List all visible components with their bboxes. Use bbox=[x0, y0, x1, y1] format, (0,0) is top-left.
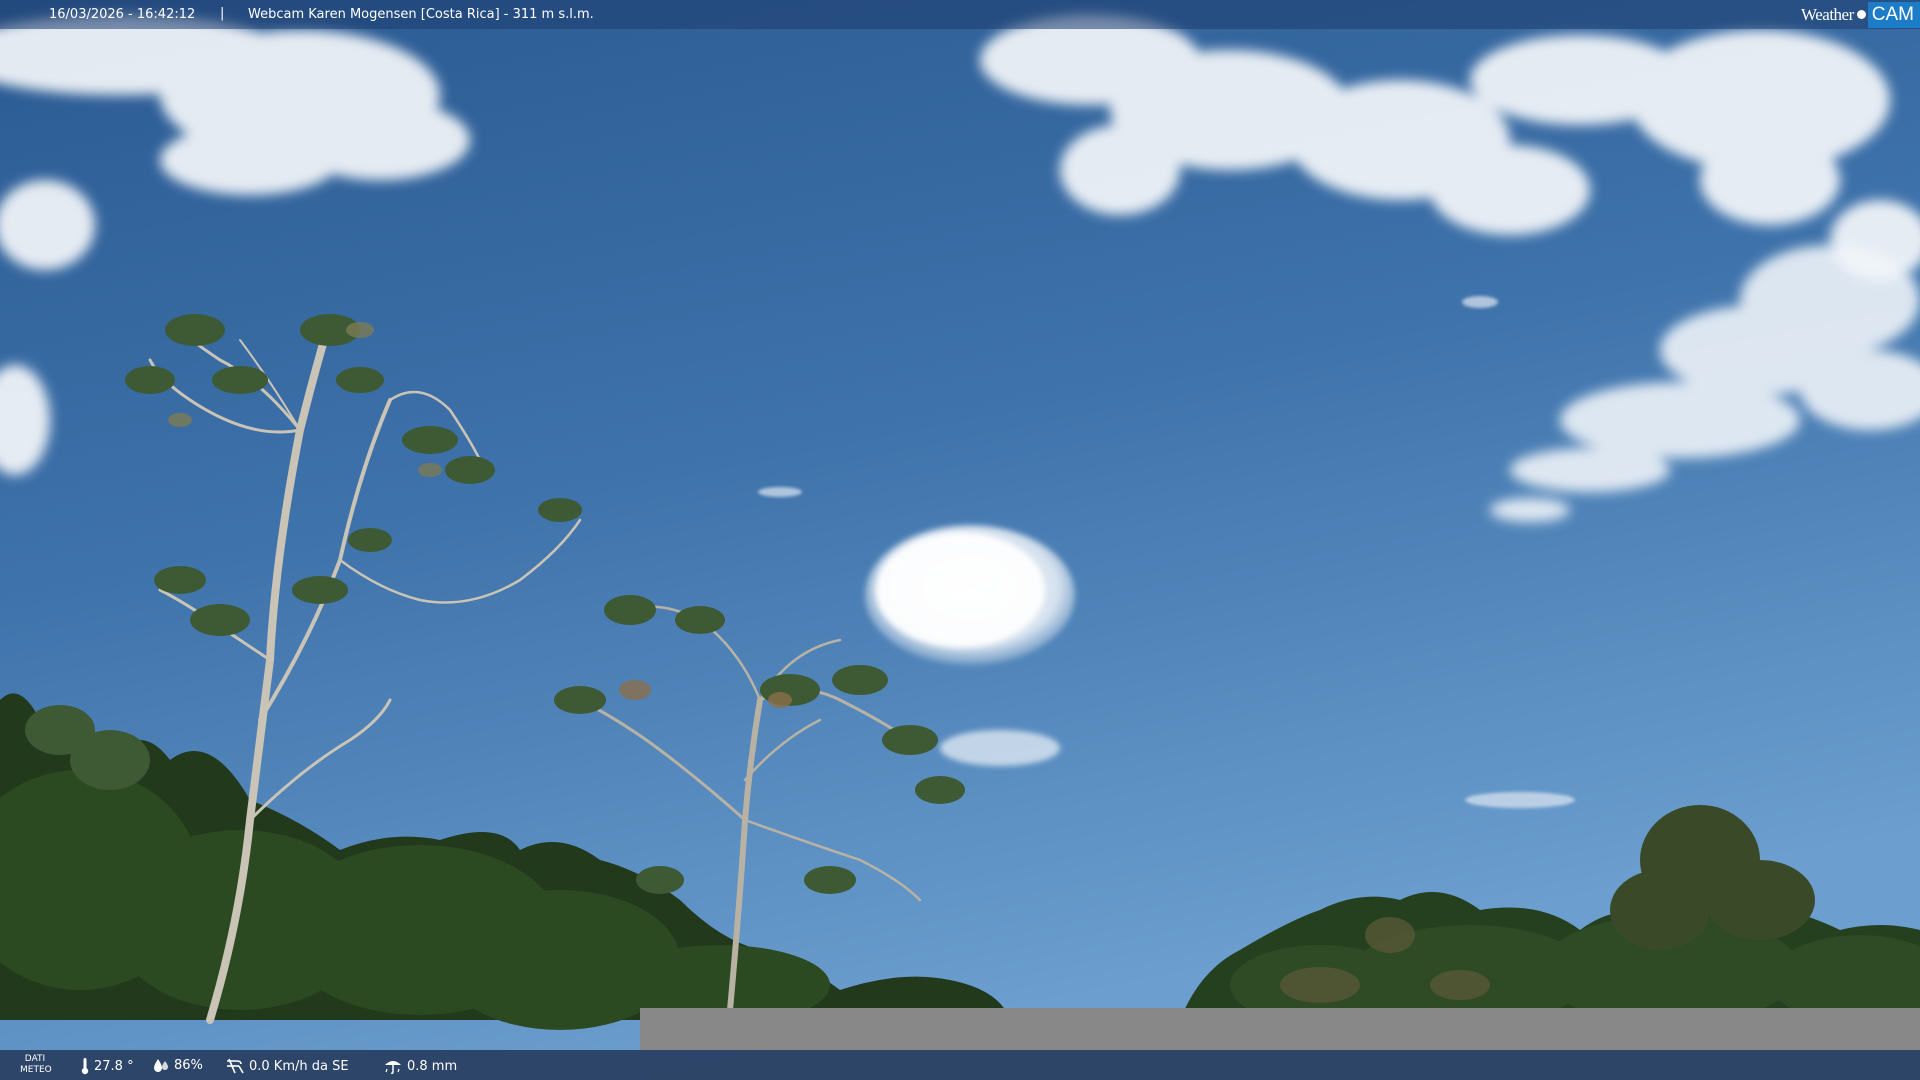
logo-dot-icon bbox=[1856, 10, 1866, 19]
timestamp: 16/03/2026 - 16:42:12 bbox=[49, 7, 196, 22]
weathercam-logo: Weather CAM bbox=[1801, 0, 1920, 29]
rain-reading: 0.8 mm bbox=[383, 1057, 457, 1075]
rain-icon bbox=[385, 1061, 401, 1075]
location-label: Webcam Karen Mogensen [Costa Rica] - 311… bbox=[248, 7, 594, 22]
wind-reading: 0.0 Km/h da SE bbox=[225, 1057, 349, 1075]
wind-icon bbox=[227, 1058, 244, 1074]
temperature-reading: 27.8 ° bbox=[80, 1057, 134, 1075]
separator: | bbox=[220, 6, 225, 21]
meteo-bar: DATI METEO 27.8 ° 86% 0.0 Km/h da SE 0.8… bbox=[0, 1050, 1920, 1080]
meteo-label-line1: DATI bbox=[24, 1054, 46, 1064]
temperature-value: 27.8 ° bbox=[94, 1058, 134, 1074]
webcam-frame: 16/03/2026 - 16:42:12 | Webcam Karen Mog… bbox=[0, 0, 1920, 1080]
meteo-label: DATI METEO bbox=[20, 1054, 52, 1076]
wind-value: 0.0 Km/h da SE bbox=[249, 1058, 349, 1074]
meteo-label-line2: METEO bbox=[20, 1065, 52, 1075]
rain-value: 0.8 mm bbox=[407, 1058, 458, 1074]
logo-cam-text: CAM bbox=[1867, 1, 1920, 28]
gray-strip bbox=[640, 1008, 1920, 1050]
overlay-header: 16/03/2026 - 16:42:12 | Webcam Karen Mog… bbox=[0, 0, 1920, 29]
humidity-icon bbox=[154, 1059, 168, 1072]
humidity-reading: 86% bbox=[152, 1057, 203, 1073]
logo-weather-text: Weather bbox=[1801, 4, 1854, 24]
webcam-image bbox=[0, 0, 1920, 1080]
thermometer-icon bbox=[81, 1058, 89, 1075]
humidity-value: 86% bbox=[174, 1057, 203, 1073]
